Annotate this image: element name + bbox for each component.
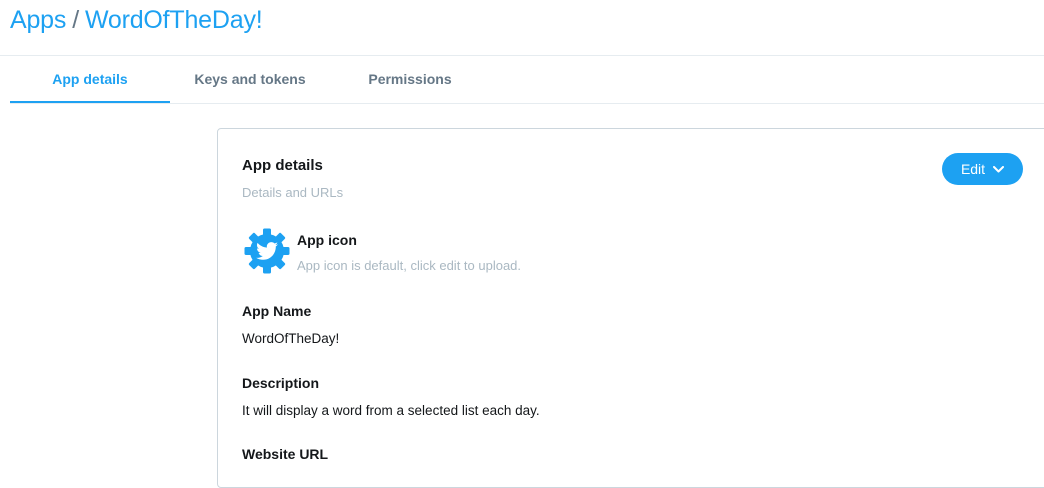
tabs-divider xyxy=(10,103,1044,104)
breadcrumb: Apps / WordOfTheDay! xyxy=(10,6,263,42)
tab-app-details[interactable]: App details xyxy=(10,56,170,103)
card-title: App details xyxy=(242,157,323,174)
card-subtitle: Details and URLs xyxy=(242,185,344,200)
tab-bar: App details Keys and tokens Permissions xyxy=(10,56,490,103)
breadcrumb-separator: / xyxy=(72,6,79,34)
tab-keys-and-tokens[interactable]: Keys and tokens xyxy=(170,56,330,103)
app-name-value: WordOfTheDay! xyxy=(242,331,340,346)
edit-button-label: Edit xyxy=(960,161,986,177)
description-label: Description xyxy=(242,375,320,391)
website-url-label: Website URL xyxy=(242,446,329,462)
chevron-down-icon xyxy=(993,165,1005,172)
edit-button[interactable]: Edit xyxy=(942,153,1023,185)
description-value: It will display a word from a selected l… xyxy=(242,403,540,418)
app-name-label: App Name xyxy=(242,303,312,319)
app-icon-help-text: App icon is default, click edit to uploa… xyxy=(297,258,522,273)
tab-permissions[interactable]: Permissions xyxy=(330,56,490,103)
twitter-bird-gear-icon xyxy=(244,228,290,274)
breadcrumb-current-app[interactable]: WordOfTheDay! xyxy=(85,6,263,34)
breadcrumb-apps-link[interactable]: Apps xyxy=(10,6,66,34)
app-details-card: App details Details and URLs Edit App ic… xyxy=(217,128,1044,488)
app-icon-label: App icon xyxy=(297,232,357,248)
